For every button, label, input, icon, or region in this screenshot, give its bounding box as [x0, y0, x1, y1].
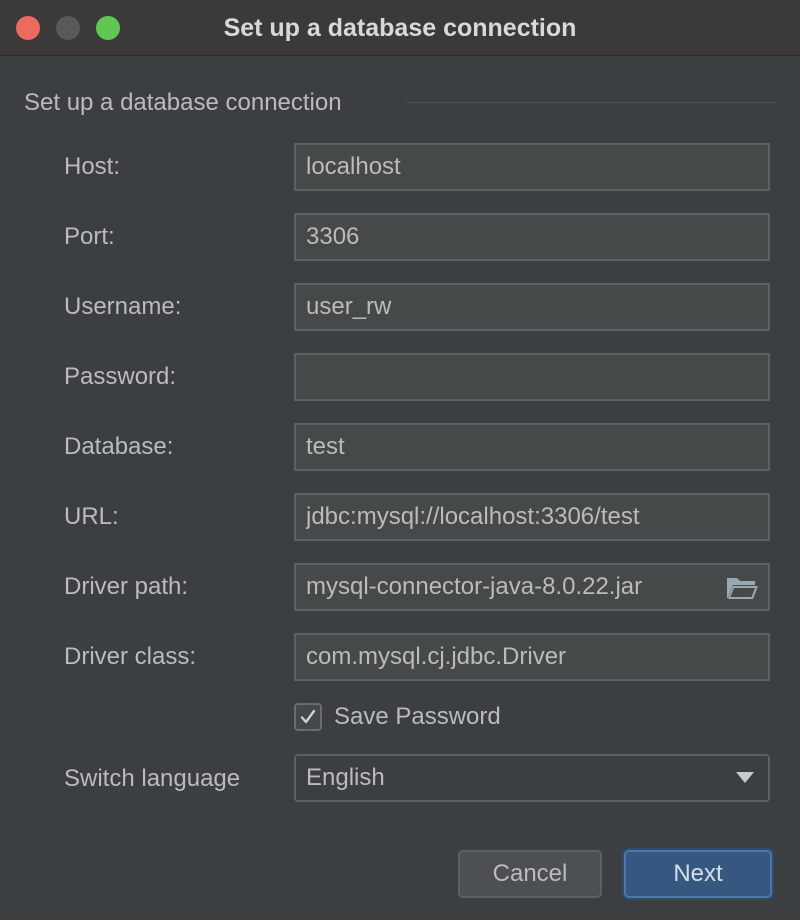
driver-class-input[interactable]	[294, 633, 770, 681]
save-password-label[interactable]: Save Password	[334, 700, 501, 734]
password-input[interactable]	[294, 353, 770, 401]
language-select[interactable]: English	[294, 754, 770, 802]
section-title: Set up a database connection	[24, 89, 342, 116]
checkmark-icon	[300, 709, 316, 724]
window-title: Set up a database connection	[223, 14, 577, 42]
driver-path-input[interactable]	[294, 563, 770, 611]
title-bar: Set up a database connection	[0, 0, 800, 56]
url-input[interactable]	[294, 493, 770, 541]
database-input[interactable]	[294, 423, 770, 471]
switch-language-label: Switch language	[64, 765, 241, 792]
language-selected-value: English	[306, 764, 385, 791]
dialog-window: Set up a database connection Set up a da…	[0, 0, 800, 920]
driver-class-label: Driver class:	[64, 643, 197, 670]
username-input[interactable]	[294, 283, 770, 331]
url-label: URL:	[64, 503, 119, 530]
database-label: Database:	[64, 433, 174, 460]
save-password-checkbox[interactable]	[294, 703, 322, 731]
username-label: Username:	[64, 293, 182, 320]
next-button[interactable]: Next	[624, 850, 772, 898]
port-label: Port:	[64, 223, 115, 250]
driver-path-label: Driver path:	[64, 573, 189, 600]
folder-open-icon[interactable]	[724, 572, 760, 602]
password-label: Password:	[64, 363, 177, 390]
host-label: Host:	[64, 153, 121, 180]
section-divider	[406, 102, 776, 103]
port-input[interactable]	[294, 213, 770, 261]
host-input[interactable]	[294, 143, 770, 191]
chevron-down-icon	[736, 772, 754, 783]
cancel-button[interactable]: Cancel	[458, 850, 602, 898]
